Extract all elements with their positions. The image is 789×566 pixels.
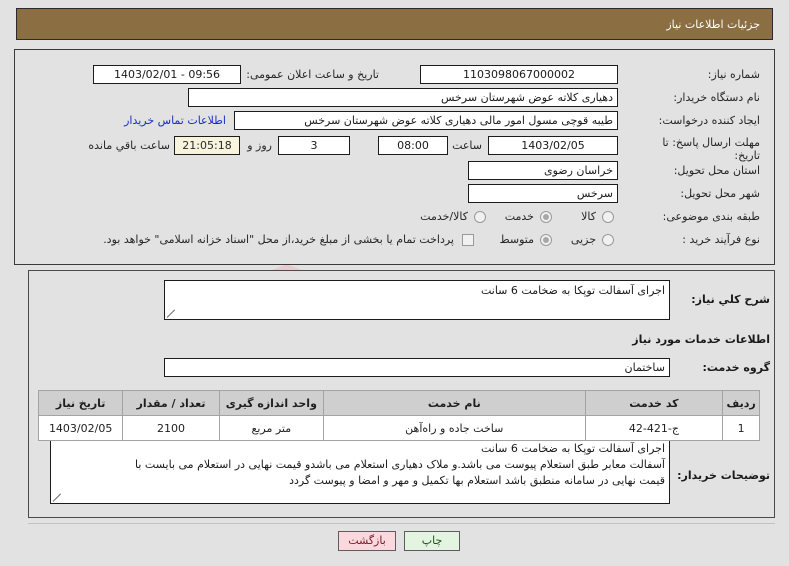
col-quantity: تعداد / مقدار — [122, 390, 220, 416]
col-index: ردیف — [722, 390, 760, 416]
radio-subject-kala-label: کالا — [581, 210, 596, 223]
table-row[interactable]: 1 ج-421-42 ساخت جاده و راه‌آهن متر مربع … — [37, 415, 760, 441]
deadline-days-value[interactable]: 3 — [278, 136, 350, 155]
services-section-title: اطلاعات خدمات مورد نیاز — [632, 333, 770, 346]
col-need-date: تاریخ نیاز — [37, 390, 124, 416]
cell-service-code: ج-421-42 — [584, 415, 724, 441]
page-titlebar: جزئیات اطلاعات نیاز — [16, 8, 773, 40]
buyer-notes-label: توضیحات خریدار: — [677, 469, 770, 482]
cell-service-name: ساخت جاده و راه‌آهن — [322, 415, 586, 441]
public-announce-value[interactable]: 09:56 - 1403/02/01 — [93, 65, 241, 84]
radio-process-motavasset-label: متوسط — [499, 233, 534, 246]
delivery-city-label: شهر محل تحویل: — [680, 187, 760, 200]
deadline-date-value[interactable]: 1403/02/05 — [488, 136, 618, 155]
radio-process-motavasset[interactable] — [540, 234, 552, 246]
cell-index: 1 — [722, 415, 760, 441]
buyer-notes-line-3: قیمت نهایی در سامانه منطبق باشد استعلام … — [289, 474, 665, 487]
cell-unit: متر مربع — [218, 415, 324, 441]
general-desc-value: اجرای آسفالت توپکا به ضخامت 6 سانت — [480, 284, 665, 297]
checkbox-islamic-treasury-label: پرداخت تمام یا بخشی از مبلغ خرید،از محل … — [103, 233, 454, 246]
radio-process-jozi[interactable] — [602, 234, 614, 246]
col-service-name: نام خدمت — [322, 390, 586, 416]
deadline-hour-label: ساعت — [452, 139, 482, 152]
deadline-hour-value[interactable]: 08:00 — [378, 136, 448, 155]
checkbox-islamic-treasury[interactable] — [462, 234, 474, 246]
resize-handle-icon[interactable] — [53, 494, 61, 502]
buyer-notes-line-2: آسفالت معابر طبق استعلام پیوست می باشد.و… — [135, 458, 665, 471]
print-button[interactable]: چاپ — [404, 531, 460, 551]
need-info-panel: شماره نیاز: 1103098067000002 تاریخ و ساع… — [14, 49, 775, 265]
purchase-process-label: نوع فرآیند خرید : — [682, 233, 760, 246]
delivery-province-value[interactable]: خراسان رضوی — [468, 161, 618, 180]
need-number-value[interactable]: 1103098067000002 — [420, 65, 618, 84]
delivery-city-value[interactable]: سرخس — [468, 184, 618, 203]
service-group-label: گروه خدمت: — [702, 361, 770, 374]
general-desc-textarea[interactable]: اجرای آسفالت توپکا به ضخامت 6 سانت — [164, 280, 670, 320]
buyer-notes-textarea[interactable]: اجرای آسفالت توپکا به ضخامت 6 سانت آسفال… — [50, 438, 670, 504]
request-creator-label: ایجاد کننده درخواست: — [658, 114, 760, 127]
request-creator-value[interactable]: طیبه قوچی مسول امور مالی دهیاری کلاته عو… — [234, 111, 618, 130]
radio-subject-khedmat-label: خدمت — [504, 210, 534, 223]
service-group-value[interactable]: ساختمان — [164, 358, 670, 377]
services-table: ردیف کد خدمت نام خدمت واحد اندازه گیری ت… — [37, 390, 760, 441]
radio-process-jozi-label: جزیی — [570, 233, 596, 246]
radio-subject-kala[interactable] — [602, 211, 614, 223]
deadline-countdown-suffix: ساعت باقي مانده — [88, 139, 170, 152]
resize-handle-icon[interactable] — [167, 310, 175, 318]
deadline-label-line1: مهلت ارسال پاسخ: تا — [662, 136, 760, 149]
buyer-org-label: نام دستگاه خریدار: — [673, 91, 760, 104]
radio-subject-khedmat[interactable] — [540, 211, 552, 223]
general-desc-label: شرح کلي نیاز: — [691, 293, 770, 306]
back-button[interactable]: بازگشت — [338, 531, 396, 551]
cell-quantity: 2100 — [122, 415, 220, 441]
radio-subject-kala-khedmat-label: کالا/خدمت — [420, 210, 468, 223]
footer-divider — [28, 523, 775, 524]
delivery-province-label: استان محل تحویل: — [673, 164, 760, 177]
buyer-contact-link[interactable]: اطلاعات تماس خریدار — [124, 111, 226, 130]
need-number-label: شماره نیاز: — [707, 68, 760, 81]
buyer-org-value[interactable]: دهیاری کلاته عوض شهرستان سرخس — [188, 88, 618, 107]
deadline-days-suffix: روز و — [247, 139, 272, 152]
subject-class-label: طبقه بندی موضوعی: — [662, 210, 760, 223]
page-title: جزئیات اطلاعات نیاز — [666, 18, 760, 31]
radio-subject-kala-khedmat[interactable] — [474, 211, 486, 223]
deadline-countdown-value: 21:05:18 — [174, 136, 240, 155]
col-unit: واحد اندازه گیری — [218, 390, 324, 416]
col-service-code: کد خدمت — [584, 390, 724, 416]
cell-need-date: 1403/02/05 — [37, 415, 124, 441]
table-header-row: ردیف کد خدمت نام خدمت واحد اندازه گیری ت… — [37, 390, 760, 416]
public-announce-label: تاریخ و ساعت اعلان عمومی: — [246, 68, 379, 81]
buyer-notes-line-1: اجرای آسفالت توپکا به ضخامت 6 سانت — [480, 442, 665, 455]
